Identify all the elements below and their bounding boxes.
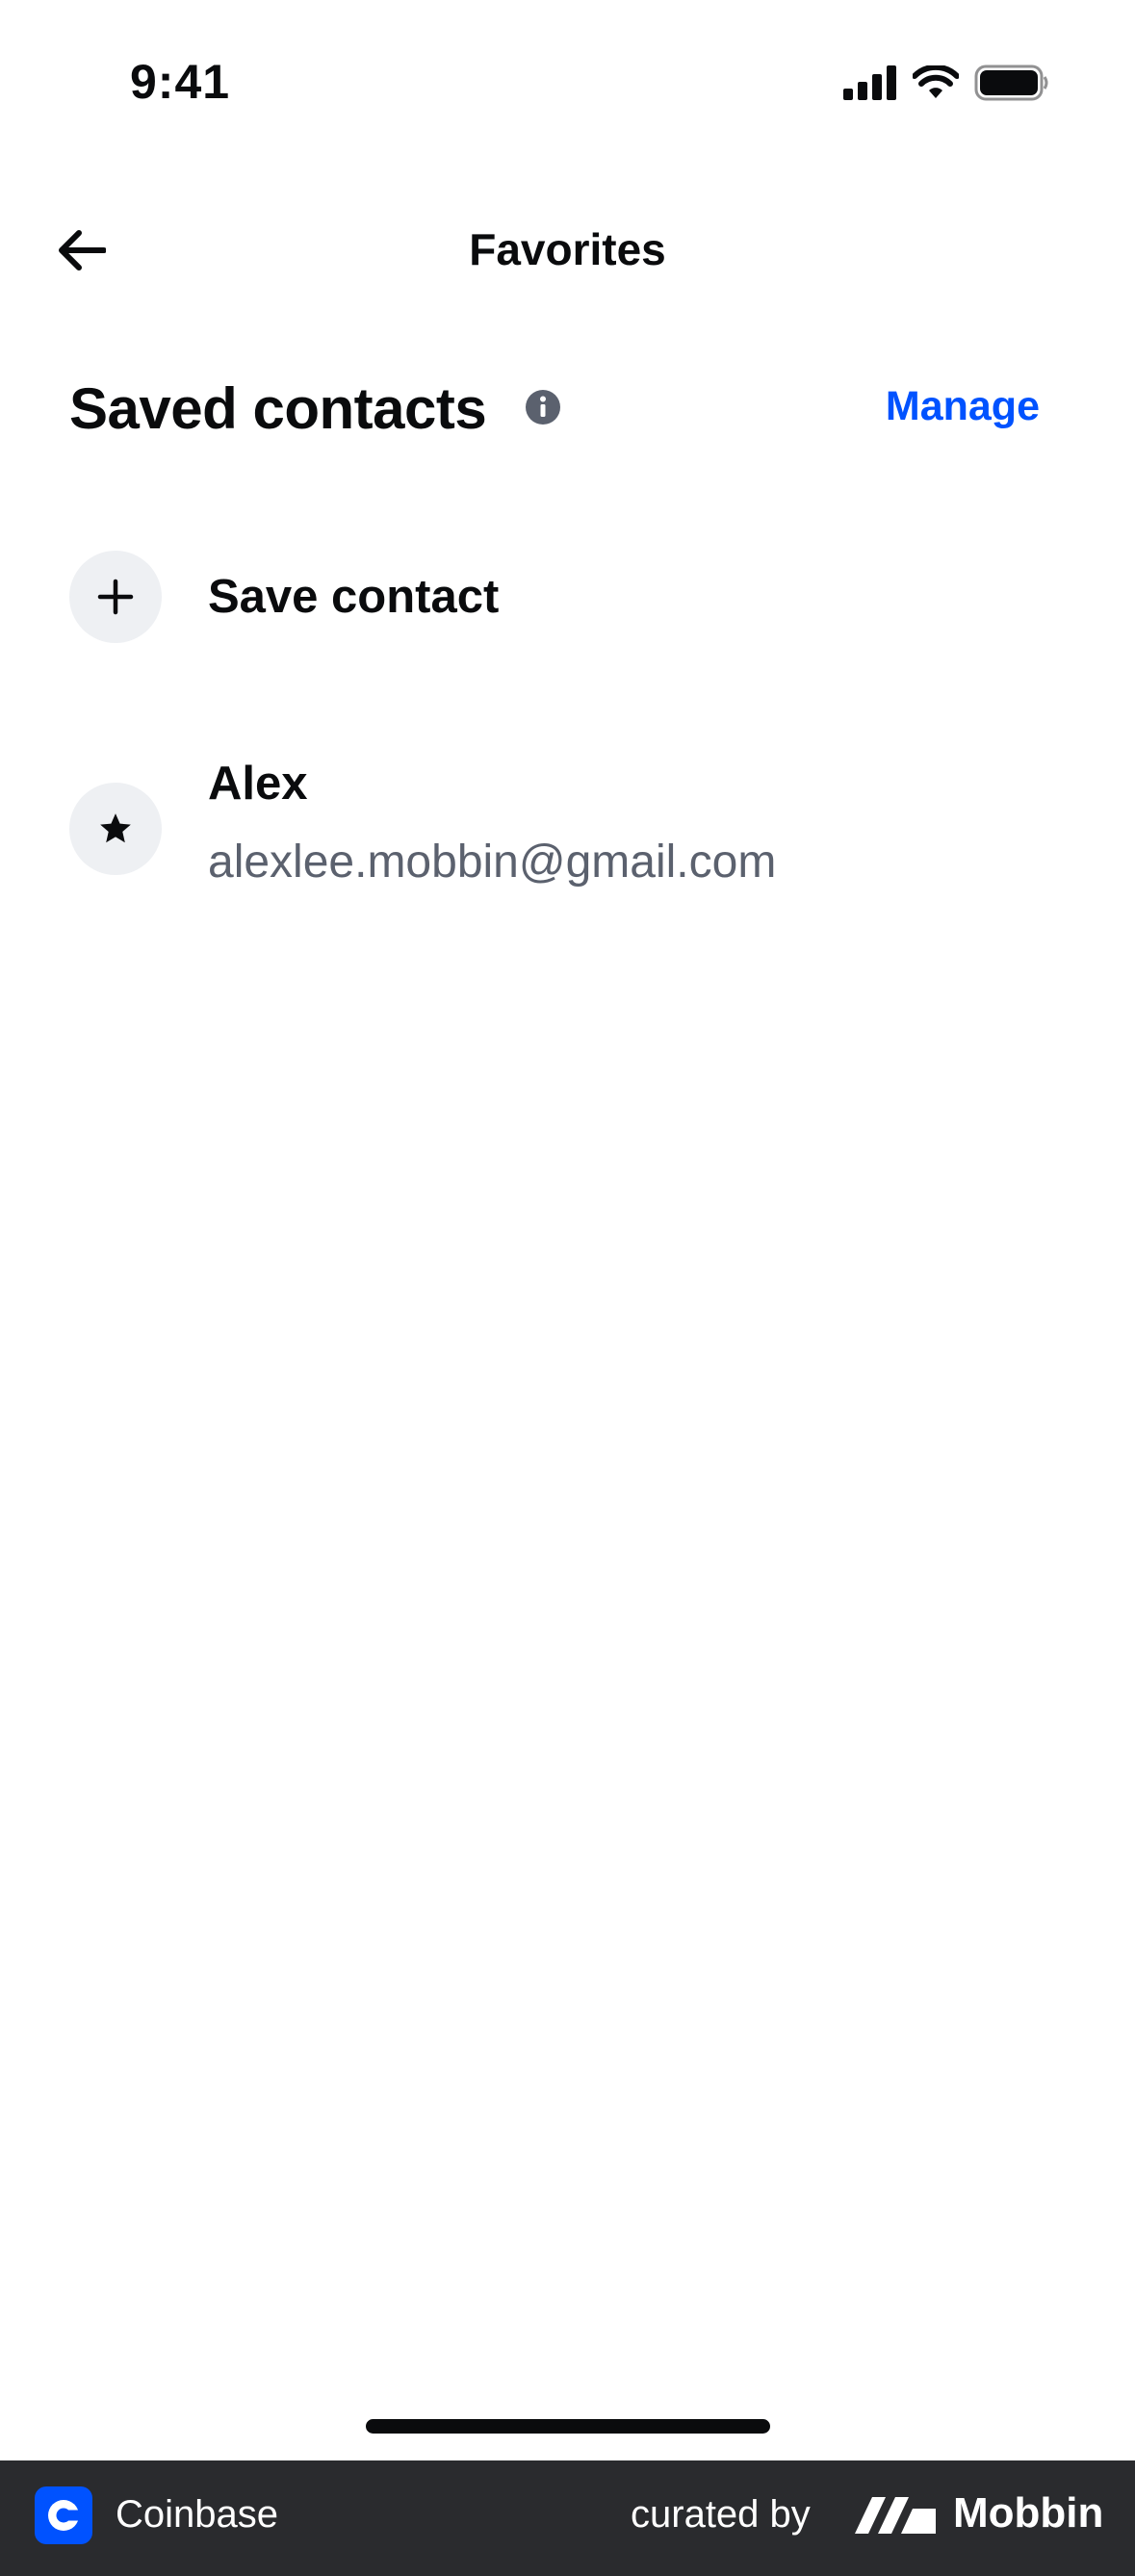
info-icon[interactable]: [525, 389, 561, 425]
footer-bar: Coinbase curated by Mobbin: [0, 2460, 1135, 2576]
status-bar: 9:41: [0, 0, 1135, 164]
home-indicator[interactable]: [366, 2419, 770, 2434]
page-title: Favorites: [469, 224, 666, 274]
nav-bar: Favorites: [0, 202, 1135, 298]
section-header: Saved contacts Manage: [69, 366, 1040, 452]
status-time: 9:41: [130, 55, 231, 109]
cellular-signal-icon: [843, 65, 896, 100]
coinbase-icon: [48, 2500, 79, 2531]
favorite-icon-circle: [69, 783, 162, 875]
mobbin-brand: Mobbin: [953, 2489, 1104, 2537]
contact-name: Alex: [208, 758, 308, 810]
app-name: Coinbase: [116, 2493, 279, 2536]
contact-row[interactable]: Alex alexlee.mobbin@gmail.com: [69, 757, 1066, 901]
battery-icon: [974, 64, 1048, 101]
star-icon: [100, 813, 131, 843]
coinbase-logo: [35, 2486, 92, 2544]
add-icon-circle: [69, 551, 162, 643]
plus-icon: [97, 579, 134, 615]
save-contact-button[interactable]: Save contact: [69, 551, 1066, 643]
mobbin-logo-icon: [855, 2497, 936, 2534]
manage-button[interactable]: Manage: [886, 383, 1040, 430]
save-contact-label: Save contact: [208, 571, 500, 623]
curated-by-label: curated by: [631, 2493, 811, 2536]
wifi-icon: [913, 65, 959, 98]
section-title: Saved contacts: [69, 376, 487, 441]
status-icons: [843, 64, 1049, 102]
contact-email: alexlee.mobbin@gmail.com: [208, 837, 777, 888]
